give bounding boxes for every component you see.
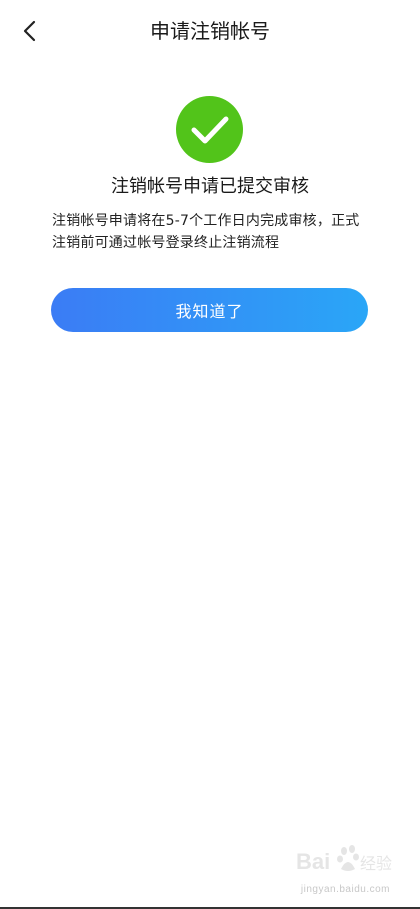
page-title: 申请注销帐号 [150,19,270,43]
svg-text:Bai: Bai [296,849,330,874]
svg-text:经验: 经验 [360,854,392,873]
confirm-button[interactable]: 我知道了 [51,288,368,332]
watermark-url: jingyan.baidu.com [300,884,390,895]
result-description: 注销帐号申请将在5-7个工作日内完成审核，正式注销前可通过帐号登录终止注销流程 [52,213,360,251]
result-title: 注销帐号申请已提交审核 [111,176,309,197]
check-circle-icon [176,96,243,163]
nav-bar: 申请注销帐号 [0,0,420,62]
baidu-watermark-logo: Bai 经验 [296,845,392,874]
screen: 申请注销帐号 注销帐号申请已提交审核 注销帐号申请将在5-7个工作日内完成审核，… [0,0,420,909]
